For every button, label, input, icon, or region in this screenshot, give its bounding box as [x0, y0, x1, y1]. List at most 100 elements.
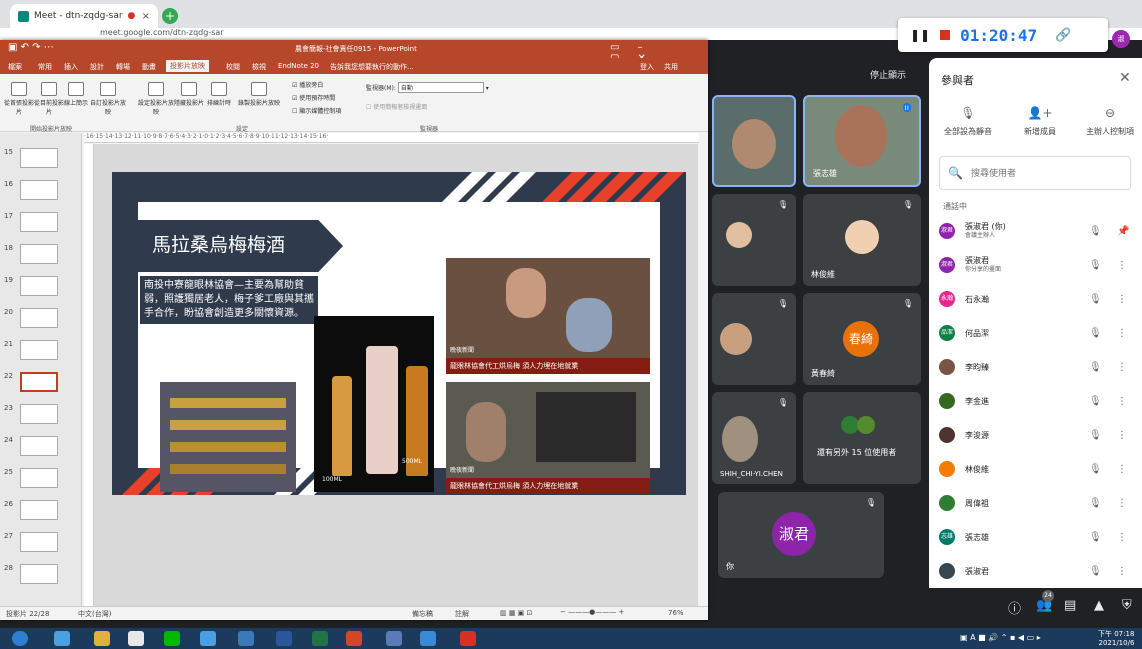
add-people-button[interactable]: 👤+ 新增成員 — [1005, 106, 1075, 137]
quick-access-toolbar[interactable]: ▣ ↶ ↷ ⋯ — [8, 42, 54, 53]
from-current-button[interactable]: 從目前投影片 — [34, 82, 64, 116]
more-options-icon[interactable]: ⋮ — [1117, 362, 1127, 373]
rehearse-button[interactable]: 排練計時 — [204, 82, 234, 107]
taskbar-clock[interactable]: 下午 07:18 2021/10/6 — [1098, 630, 1134, 648]
more-options-icon[interactable]: ⋮ — [1117, 430, 1127, 441]
video-tile[interactable]: 林俊維 🎙 — [803, 194, 921, 286]
video-tile[interactable]: 🎙 — [712, 194, 796, 286]
mic-off-icon[interactable]: 🎙 — [1089, 396, 1102, 407]
stop-recording-icon[interactable] — [940, 30, 951, 40]
slide-thumbnail[interactable] — [20, 532, 58, 552]
participant-row[interactable]: 張淑君 🎙 ⋮ — [939, 558, 1139, 584]
taskbar-app[interactable] — [54, 631, 70, 646]
slide-thumbnail[interactable] — [20, 180, 58, 200]
more-options-icon[interactable]: ⋮ — [1117, 260, 1127, 271]
drying-rack-photo[interactable] — [160, 382, 296, 492]
slide-thumbnail[interactable] — [20, 308, 58, 328]
participant-row[interactable]: 李金進 🎙 ⋮ — [939, 388, 1139, 414]
link-icon[interactable]: 🔗 — [1055, 28, 1071, 43]
mic-off-icon[interactable]: 🎙 — [1089, 226, 1102, 237]
stop-presenting-button[interactable]: 停止顯示 — [870, 68, 906, 81]
mic-off-icon[interactable]: 🎙 — [1089, 566, 1102, 577]
slide-thumbnail[interactable] — [20, 212, 58, 232]
login-link[interactable]: 登入 — [640, 62, 654, 72]
more-options-icon[interactable]: ⋮ — [1117, 532, 1127, 543]
monitor-select[interactable]: 監視器(M): 自動 ▾ — [366, 82, 489, 93]
wine-bottles-photo[interactable]: 100ML 500ML — [314, 316, 434, 492]
notes-button[interactable]: 備忘稿 — [412, 609, 433, 619]
tab-review[interactable]: 校閱 — [226, 62, 240, 72]
mic-off-icon[interactable]: 🎙 — [1089, 362, 1102, 373]
participant-row[interactable]: 淑君 張淑君 你分享的畫面 🎙 ⋮ — [939, 252, 1139, 278]
news-photo-1[interactable]: 晚夜新聞 龍眼林協會代工烘烏梅 須人力埋在地就業 — [446, 258, 650, 374]
tab-insert[interactable]: 插入 — [64, 62, 78, 72]
mic-off-icon[interactable]: 🎙 — [1089, 260, 1102, 271]
self-video-tile[interactable]: 淑君 你 🎙 — [718, 492, 884, 578]
share-button[interactable]: 共用 — [664, 62, 678, 72]
slide-thumbnail[interactable] — [20, 340, 58, 360]
slide-thumbnail[interactable] — [20, 436, 58, 456]
activities-icon[interactable]: ▲ — [1094, 598, 1104, 613]
taskbar-app[interactable] — [460, 631, 476, 646]
tab-slideshow[interactable]: 投影片放映 — [166, 60, 209, 72]
close-icon[interactable]: ✕ — [1119, 70, 1131, 86]
taskbar-app[interactable] — [420, 631, 436, 646]
setup-show-button[interactable]: 設定投影片放映 — [138, 82, 174, 116]
tab-file[interactable]: 檔案 — [8, 62, 22, 72]
more-options-icon[interactable]: ⋮ — [1117, 498, 1127, 509]
tell-me-box[interactable]: 告訴我您想要執行的動作... — [330, 62, 414, 72]
mic-off-icon[interactable]: 🎙 — [1089, 328, 1102, 339]
url-text[interactable]: meet.google.com/dtn-zqdg-sar — [100, 28, 224, 37]
chrome-icon[interactable] — [128, 631, 144, 646]
more-participants-tile[interactable]: 還有另外 15 位使用者 — [803, 392, 921, 484]
mic-off-icon[interactable]: 🎙 — [1089, 532, 1102, 543]
slide-thumbnail[interactable] — [20, 564, 58, 584]
slide-thumbnail[interactable] — [20, 276, 58, 296]
browser-tab-meet[interactable]: Meet - dtn-zqdg-sar ● × — [10, 4, 158, 28]
video-tile[interactable]: SHIH_CHI-YI.CHEN 🎙 — [712, 392, 796, 484]
tab-transitions[interactable]: 轉場 — [116, 62, 130, 72]
slide-title[interactable]: 馬拉桑烏梅梅酒 — [152, 230, 285, 257]
presenter-view-checkbox[interactable]: ☐ 使用簡報者檢視畫面 — [366, 102, 427, 111]
comments-button[interactable]: 註解 — [455, 609, 469, 619]
taskbar-app[interactable] — [238, 631, 254, 646]
mic-off-icon[interactable]: 🎙 — [1089, 430, 1102, 441]
video-tile[interactable]: 張志雄 ıı — [803, 95, 921, 187]
powerpoint-icon[interactable] — [346, 631, 362, 646]
tab-close-icon[interactable]: × — [142, 11, 150, 22]
new-tab-button[interactable]: + — [162, 8, 178, 24]
mic-off-icon[interactable]: 🎙 — [1089, 464, 1102, 475]
hide-slide-button[interactable]: 隱藏投影片 — [174, 82, 204, 107]
slide-thumbnail[interactable] — [20, 404, 58, 424]
mic-off-icon[interactable]: 🎙 — [1089, 498, 1102, 509]
slide-body-text[interactable]: 南投中寮龍眼林協會—主要為幫助貧弱，照護獨居老人，梅子爹工廠與其攜手合作，盼協會… — [140, 276, 318, 324]
start-button[interactable] — [12, 631, 28, 646]
slide-thumbnail[interactable] — [20, 244, 58, 264]
more-options-icon[interactable]: ⋮ — [1117, 294, 1127, 305]
host-controls-button[interactable]: ⊖ 主辦人控制項 — [1075, 106, 1142, 137]
participant-row[interactable]: 周偉祖 🎙 ⋮ — [939, 490, 1139, 516]
pause-icon[interactable]: ❚❚ — [910, 28, 930, 42]
word-icon[interactable] — [276, 631, 292, 646]
more-options-icon[interactable]: ⋮ — [1117, 328, 1127, 339]
slide-thumbnail[interactable] — [20, 148, 58, 168]
participant-row[interactable]: 李浚源 🎙 ⋮ — [939, 422, 1139, 448]
slide-content[interactable]: 馬拉桑烏梅梅酒 南投中寮龍眼林協會—主要為幫助貧弱，照護獨居老人，梅子爹工廠與其… — [112, 172, 686, 495]
tab-animations[interactable]: 動畫 — [142, 62, 156, 72]
line-icon[interactable] — [164, 631, 180, 646]
media-controls-checkbox[interactable]: ☐ 顯示媒體控制項 — [292, 106, 341, 115]
slide-thumbnail[interactable] — [20, 500, 58, 520]
record-show-button[interactable]: 錄製投影片放映 — [234, 82, 284, 107]
taskbar-app[interactable] — [386, 631, 402, 646]
participant-row[interactable]: 志雄 張志雄 🎙 ⋮ — [939, 524, 1139, 550]
tab-endnote[interactable]: EndNote 20 — [278, 62, 319, 70]
news-photo-2[interactable]: 晚夜新聞 龍眼林協會代工烘烏梅 須人力埋在地就業 — [446, 382, 650, 494]
zoom-slider[interactable]: − ———●——— + — [560, 608, 624, 616]
participant-row[interactable]: 永瀚 石永瀚 🎙 ⋮ — [939, 286, 1139, 312]
zoom-level[interactable]: 76% — [668, 609, 684, 617]
video-tile[interactable]: 🎙 — [712, 293, 796, 385]
search-input[interactable] — [970, 168, 1121, 178]
narration-checkbox[interactable]: ☑ 播放旁白 — [292, 80, 323, 89]
shield-icon[interactable]: ⛨ — [1122, 598, 1132, 613]
custom-show-button[interactable]: 自訂投影片放映 — [88, 82, 128, 116]
